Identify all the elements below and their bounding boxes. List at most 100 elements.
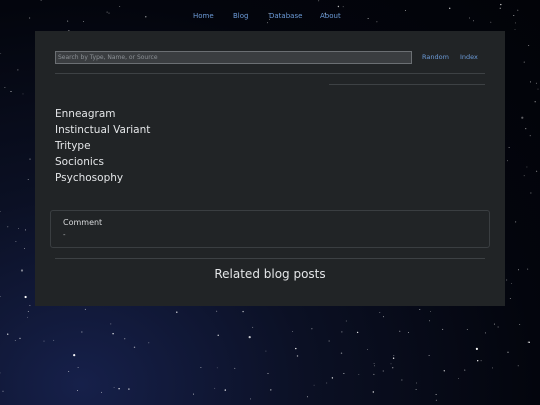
star — [523, 175, 525, 177]
star — [22, 93, 24, 95]
star — [342, 6, 344, 8]
star — [77, 366, 79, 368]
star — [313, 384, 315, 386]
nav-link-blog[interactable]: Blog — [233, 10, 248, 22]
star — [523, 61, 525, 63]
star — [484, 332, 486, 334]
nav-link-about[interactable]: About — [320, 10, 341, 22]
star — [234, 367, 236, 369]
star — [214, 387, 216, 389]
star — [110, 323, 112, 325]
star — [20, 269, 24, 272]
star — [15, 241, 17, 242]
star — [356, 331, 359, 334]
star — [24, 247, 25, 249]
star — [518, 269, 519, 271]
related-blog-posts-heading: Related blog posts — [214, 267, 326, 281]
star — [537, 88, 539, 90]
star — [2, 390, 4, 392]
search-input[interactable] — [55, 51, 412, 64]
star — [493, 323, 495, 325]
star — [401, 379, 403, 381]
nav-link-home[interactable]: Home — [193, 10, 214, 22]
star — [435, 394, 437, 396]
star — [267, 373, 269, 374]
star — [53, 339, 55, 341]
star — [519, 323, 521, 325]
star — [477, 360, 479, 362]
system-item-instinctual-variant[interactable]: Instinctual Variant — [55, 122, 150, 138]
star — [265, 350, 267, 352]
star — [77, 389, 79, 391]
divider-related — [55, 258, 485, 259]
search-bar: Random Index — [55, 51, 485, 64]
star — [529, 135, 531, 137]
star — [216, 367, 218, 369]
star — [318, 0, 320, 2]
comment-value: - — [63, 231, 66, 239]
star — [449, 7, 451, 9]
star — [24, 295, 27, 299]
star — [68, 371, 70, 373]
star — [372, 391, 374, 393]
nav-link-database[interactable]: Database — [269, 10, 302, 22]
star — [18, 228, 20, 230]
star — [176, 311, 178, 313]
star — [27, 311, 29, 313]
star — [536, 170, 538, 172]
star — [507, 351, 509, 353]
star — [506, 279, 508, 281]
star — [267, 22, 269, 24]
star — [73, 354, 76, 357]
star — [84, 308, 86, 310]
comment-card: Comment - — [50, 210, 490, 248]
index-button[interactable]: Index — [460, 51, 478, 64]
star — [511, 282, 513, 284]
star — [428, 354, 430, 356]
system-item-psychosophy[interactable]: Psychosophy — [55, 170, 150, 186]
star — [415, 389, 417, 391]
star — [506, 160, 508, 162]
system-item-socionics[interactable]: Socionics — [55, 154, 150, 170]
star — [383, 316, 384, 318]
star — [341, 331, 343, 333]
star — [331, 377, 334, 379]
star — [458, 378, 460, 380]
top-navigation: Home Blog Database About — [0, 10, 540, 22]
star — [526, 166, 528, 168]
star — [113, 386, 115, 388]
random-button[interactable]: Random — [422, 51, 449, 64]
star — [340, 352, 343, 354]
star — [14, 340, 16, 341]
star — [7, 226, 9, 228]
star — [40, 0, 42, 2]
star — [393, 355, 395, 356]
star — [392, 367, 394, 369]
star — [534, 101, 536, 103]
star — [217, 334, 219, 336]
star — [399, 330, 401, 332]
star — [200, 366, 202, 368]
star — [480, 360, 482, 362]
star — [535, 82, 537, 84]
star — [367, 348, 369, 350]
star — [373, 363, 375, 365]
system-item-tritype[interactable]: Tritype — [55, 138, 150, 154]
star — [252, 326, 254, 328]
star — [379, 312, 381, 313]
star — [407, 332, 409, 334]
star — [528, 341, 530, 343]
star — [306, 396, 308, 398]
star — [443, 370, 445, 372]
star — [4, 86, 6, 88]
divider-short — [329, 84, 485, 85]
star — [292, 331, 294, 333]
star — [337, 5, 340, 8]
star — [29, 304, 31, 306]
star — [499, 7, 501, 9]
system-item-enneagram[interactable]: Enneagram — [55, 106, 150, 122]
profile-panel: Random Index Enneagram Instinctual Varia… — [35, 31, 505, 306]
star — [326, 382, 328, 384]
star — [419, 308, 421, 310]
star — [133, 346, 136, 348]
